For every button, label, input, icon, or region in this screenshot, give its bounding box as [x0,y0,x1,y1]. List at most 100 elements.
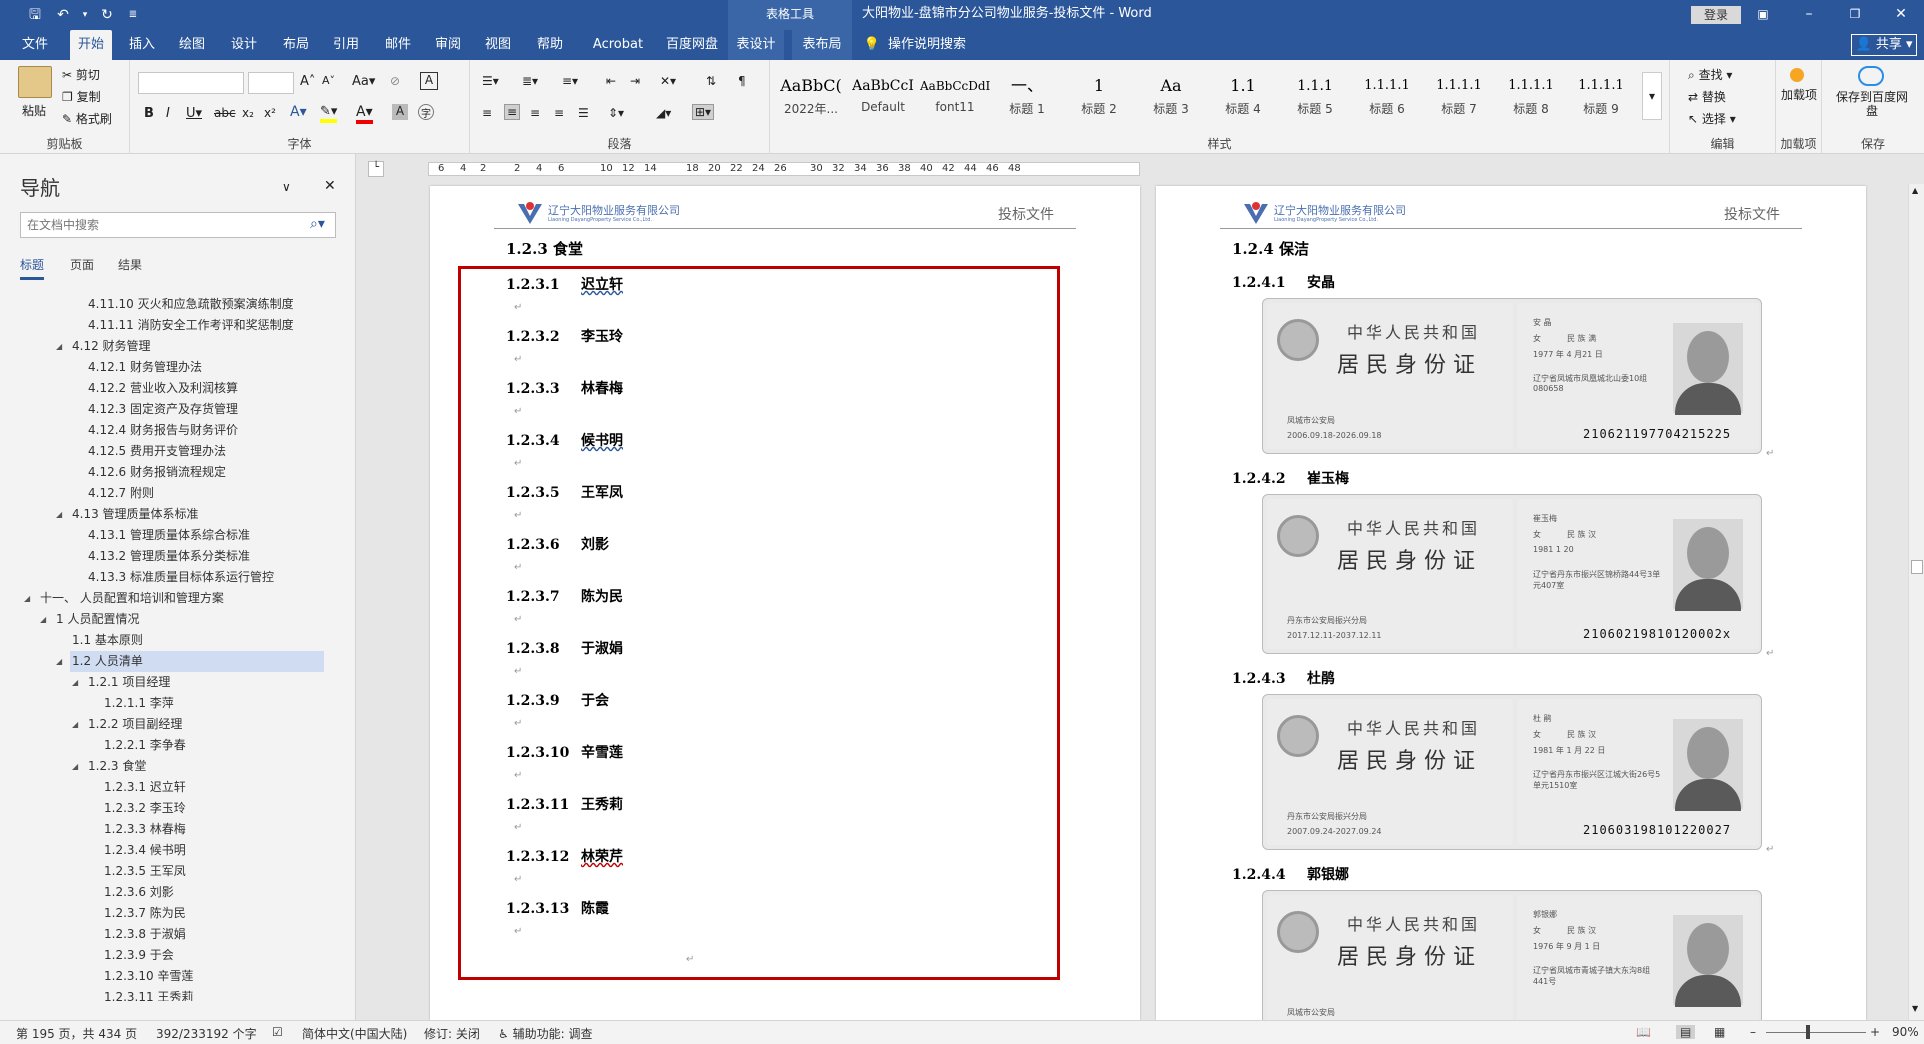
zoom-in-icon[interactable]: + [1870,1025,1880,1039]
multilevel-list-icon[interactable]: ≡▾ [562,74,578,88]
document-page-left[interactable]: 辽宁大阳物业服务有限公司 Liaoning DayangProperty Ser… [430,186,1140,1020]
ribbon-display-icon[interactable]: ▣ [1740,0,1786,30]
tree-item-selected[interactable]: 1.2 人员清单 [70,651,324,672]
nav-search-input[interactable]: 在文档中搜索 [20,212,336,238]
tree-item[interactable]: 1.2.3.7 陈为民 [104,903,186,924]
tree-item[interactable]: 4.13.1 管理质量体系综合标准 [88,525,250,546]
web-layout-icon[interactable]: ▦ [1714,1025,1725,1039]
tab-draw[interactable]: 绘图 [172,30,212,60]
increase-indent-icon[interactable]: ⇥ [630,74,640,88]
accessibility-status[interactable]: ♿ 辅助功能: 调查 [498,1025,592,1042]
select-button[interactable]: ↖ 选择 ▾ [1688,110,1736,127]
tree-item[interactable]: 4.13 管理质量体系标准 [72,504,199,525]
style-item[interactable]: Aa 标题 3 [1136,72,1206,122]
paste-button[interactable]: 粘贴 [22,102,46,119]
tab-table-design[interactable]: 表设计 [728,30,784,60]
tree-item[interactable]: 4.12 财务管理 [72,336,151,357]
minimize-icon[interactable]: – [1786,0,1832,30]
vertical-scrollbar[interactable]: ▲ ▼ [1908,184,1924,1020]
tree-item[interactable]: 4.13.2 管理质量体系分类标准 [88,546,250,567]
style-item[interactable]: 1.1.1.1 标题 8 [1496,72,1566,122]
style-item[interactable]: 一、 标题 1 [992,72,1062,122]
distributed-icon[interactable]: ☰ [578,106,589,120]
align-left-icon[interactable]: ≡ [482,106,492,120]
style-item[interactable]: AaBbCcDdI font11 [920,72,990,122]
undo-icon[interactable]: ↶ [52,5,74,25]
tree-item[interactable]: 4.12.2 营业收入及利润核算 [88,378,238,399]
nav-options-icon[interactable]: ∨ [282,180,291,194]
scroll-thumb[interactable] [1911,560,1923,574]
tree-item[interactable]: 4.11.10 灭火和应急疏散预案演练制度 [88,294,294,315]
tab-baidu[interactable]: 百度网盘 [656,30,728,60]
tab-acrobat[interactable]: Acrobat [584,30,652,60]
tab-selector-icon[interactable]: └ [368,161,384,177]
style-item[interactable]: 1.1.1.1 标题 7 [1424,72,1494,122]
print-layout-icon[interactable]: ▤ [1676,1025,1696,1039]
undo-dropdown-icon[interactable]: ▾ [74,5,96,25]
tab-design[interactable]: 设计 [224,30,264,60]
tree-item[interactable]: 1.2.1 项目经理 [88,672,170,693]
shrink-font-icon[interactable]: A˅ [322,74,335,87]
scroll-down-icon[interactable]: ▼ [1912,1004,1918,1013]
sort-icon[interactable]: ⇅ [706,74,716,88]
read-mode-icon[interactable]: 📖 [1636,1025,1651,1039]
change-case-icon[interactable]: Aa▾ [352,74,375,89]
superscript-icon[interactable]: x² [264,106,276,120]
tab-file[interactable]: 文件 [10,30,60,60]
subscript-icon[interactable]: x₂ [242,106,254,120]
tree-item[interactable]: 1.2.3.9 于会 [104,945,174,966]
character-border-icon[interactable]: A [420,72,438,90]
bullets-icon[interactable]: ☰▾ [482,74,499,88]
share-button[interactable]: 👤 共享 ▾ [1851,34,1917,56]
tab-review[interactable]: 审阅 [428,30,468,60]
tree-item[interactable]: 4.12.3 固定资产及存货管理 [88,399,238,420]
proofing-icon[interactable]: ☑ [272,1025,283,1039]
collapse-icon[interactable]: ◢ [72,678,78,687]
tree-item[interactable]: 1.2.3.3 林春梅 [104,819,186,840]
find-button[interactable]: ⌕ 查找 ▾ [1688,66,1732,83]
tree-item[interactable]: 4.12.6 财务报销流程规定 [88,462,226,483]
tree-item[interactable]: 1.2.3 食堂 [88,756,146,777]
nav-tab-results[interactable]: 结果 [118,256,142,273]
character-shading-icon[interactable]: A [392,104,408,120]
tree-item[interactable]: 1.2.1.1 李萍 [104,693,174,714]
collapse-icon[interactable]: ◢ [72,720,78,729]
enclose-characters-icon[interactable]: 字 [418,104,434,120]
word-count[interactable]: 392/233192 个字 [156,1025,257,1042]
page-count[interactable]: 第 195 页，共 434 页 [16,1025,137,1042]
addins-button[interactable]: 加载项 [1780,88,1818,102]
copy-button[interactable]: ❐ 复制 [62,88,101,105]
addins-icon[interactable] [1790,68,1804,82]
tree-item[interactable]: 4.11.11 消防安全工作考评和奖惩制度 [88,315,294,336]
tree-item[interactable]: 4.13.3 标准质量目标体系运行管控 [88,567,274,588]
paste-icon[interactable] [18,66,52,98]
restore-icon[interactable]: ❐ [1832,0,1878,30]
scroll-up-icon[interactable]: ▲ [1912,186,1918,195]
clear-formatting-icon[interactable]: ⊘ [390,74,400,88]
nav-tab-pages[interactable]: 页面 [70,256,94,273]
tree-item[interactable]: 4.12.4 财务报告与财务评价 [88,420,238,441]
cut-button[interactable]: ✂ 剪切 [62,66,100,83]
tree-item[interactable]: 1.1 基本原则 [72,630,143,651]
underline-icon[interactable]: U▾ [186,106,202,121]
italic-icon[interactable]: I [166,106,170,121]
style-item[interactable]: AaBbCcI Default [848,72,918,122]
style-item[interactable]: 1 标题 2 [1064,72,1134,122]
style-item[interactable]: 1.1 标题 4 [1208,72,1278,122]
close-icon[interactable]: ✕ [1878,0,1924,30]
tree-item[interactable]: 1.2.2 项目副经理 [88,714,182,735]
save-to-baidu-button[interactable]: 保存到百度网盘 [1832,90,1912,118]
chinese-layout-icon[interactable]: ✕▾ [660,74,676,88]
styles-more-icon[interactable]: ▾ [1642,72,1662,120]
justify-icon[interactable]: ≡ [554,106,564,120]
style-item[interactable]: 1.1.1 标题 5 [1280,72,1350,122]
tab-mailings[interactable]: 邮件 [378,30,418,60]
tab-layout[interactable]: 布局 [276,30,316,60]
font-name-box[interactable] [138,72,244,94]
align-right-icon[interactable]: ≡ [530,106,540,120]
login-button[interactable]: 登录 [1691,6,1741,24]
tell-me-search[interactable]: 操作说明搜索 [888,30,998,60]
tab-table-layout[interactable]: 表布局 [792,30,852,60]
horizontal-ruler[interactable]: └ 6 4 2 2 4 6 10 12 14 18 20 22 24 26 30 32 34 36 38 40 42 44… [356,154,1924,184]
redo-icon[interactable]: ↻ [96,5,118,25]
